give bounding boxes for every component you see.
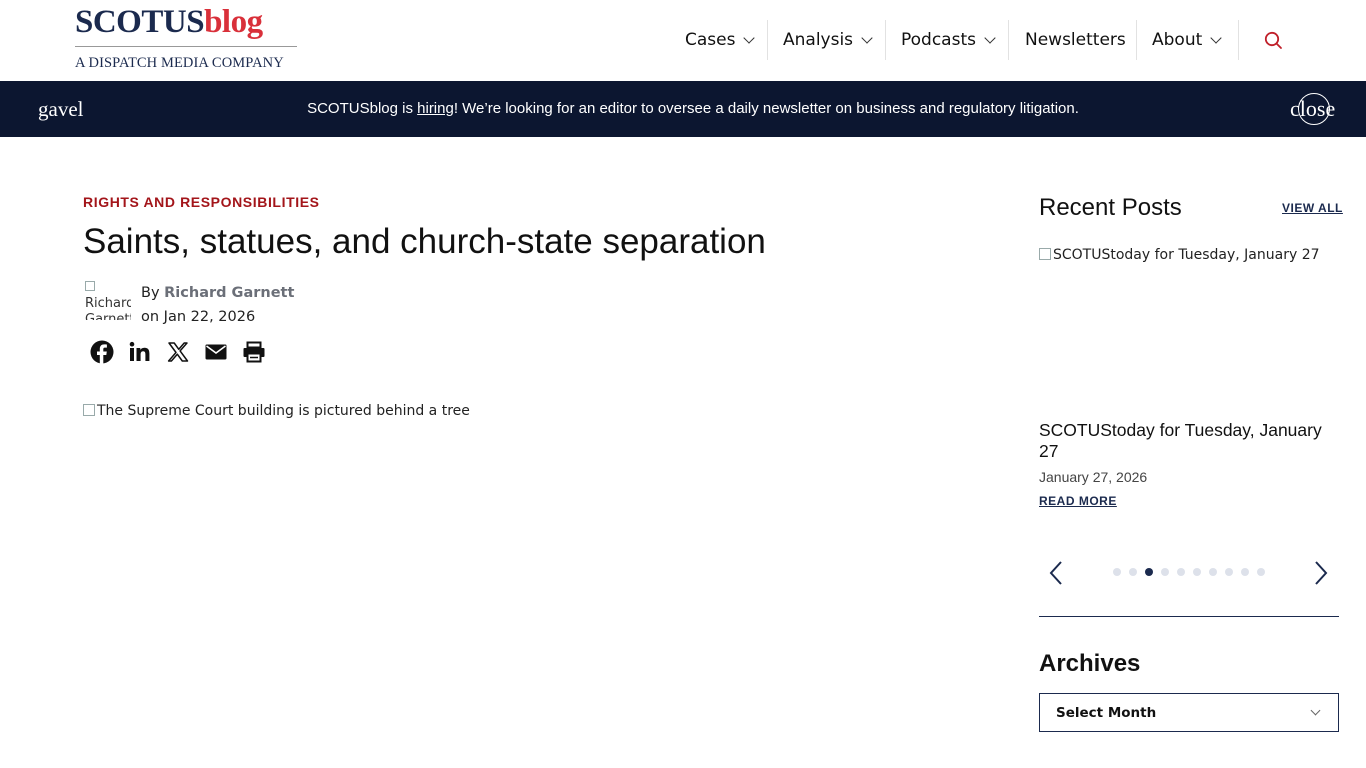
broken-image-icon: [83, 404, 95, 416]
search-icon: [1264, 31, 1282, 49]
carousel-dot[interactable]: [1113, 568, 1121, 576]
nav-item-label: Analysis: [783, 30, 854, 50]
sidebar-divider: [1039, 616, 1339, 617]
chevron-down-icon: [1210, 32, 1222, 44]
nav-item-label: Podcasts: [901, 30, 976, 50]
nav-item-cases[interactable]: Cases: [685, 20, 756, 60]
author-link[interactable]: Richard Garnett: [164, 285, 294, 301]
carousel-next-button[interactable]: [1311, 560, 1331, 586]
linkedin-icon: [129, 341, 150, 361]
chevron-left-icon: [1049, 561, 1062, 585]
facebook-icon: [90, 340, 114, 364]
author-avatar-alt: Richard Garnett: [85, 296, 131, 320]
banner-close-button[interactable]: close: [1290, 93, 1336, 125]
recent-post-title[interactable]: SCOTUStoday for Tuesday, January 27: [1039, 420, 1339, 462]
recent-post-date: January 27, 2026: [1039, 469, 1148, 485]
chevron-down-icon: [984, 32, 996, 44]
share-print-button[interactable]: [242, 340, 268, 366]
broken-image-icon: [85, 281, 95, 291]
share-linkedin-button[interactable]: [128, 340, 154, 366]
nav-item-podcasts[interactable]: Podcasts: [901, 20, 996, 60]
recent-post-image[interactable]: SCOTUStoday for Tuesday, January 27: [1039, 247, 1339, 407]
recent-posts-heading: Recent Posts: [1039, 194, 1182, 221]
carousel-dot[interactable]: [1145, 568, 1153, 576]
archives-heading: Archives: [1039, 650, 1141, 677]
nav-divider: [1238, 20, 1239, 60]
date-prefix: on: [141, 309, 164, 325]
read-more-link[interactable]: READ MORE: [1039, 494, 1117, 508]
byline-prefix: By: [141, 285, 165, 301]
recent-post-image-alt: SCOTUStoday for Tuesday, January 27: [1053, 247, 1320, 263]
nav-divider: [767, 20, 768, 60]
share-x-button[interactable]: [166, 340, 192, 366]
carousel-dot[interactable]: [1225, 568, 1233, 576]
site-header: SCOTUSblog A DISPATCH MEDIA COMPANY Case…: [0, 0, 1366, 81]
carousel-dot[interactable]: [1241, 568, 1249, 576]
nav-divider: [1136, 20, 1137, 60]
article-category-link[interactable]: RIGHTS AND RESPONSIBILITIES: [83, 194, 320, 210]
nav-item-analysis[interactable]: Analysis: [783, 20, 873, 60]
chevron-right-icon: [1315, 561, 1328, 585]
banner-text-before: SCOTUSblog is: [307, 100, 418, 117]
carousel-dot[interactable]: [1209, 568, 1217, 576]
nav-divider: [885, 20, 886, 60]
archives-select-value: Select Month: [1056, 705, 1157, 721]
article-title: Saints, statues, and church-state separa…: [83, 222, 766, 261]
featured-image: The Supreme Court building is pictured b…: [83, 403, 470, 419]
search-button[interactable]: [1261, 28, 1285, 52]
nav-divider: [1008, 20, 1009, 60]
main-nav: Cases Analysis Podcasts Newsletters Abou…: [0, 0, 1366, 81]
banner-hiring-link[interactable]: hiring: [417, 100, 454, 117]
chevron-down-icon: [861, 32, 873, 44]
x-icon: [167, 342, 189, 362]
nav-item-label: Newsletters: [1025, 30, 1126, 50]
carousel-dots: [1113, 568, 1273, 576]
nav-item-label: Cases: [685, 30, 736, 50]
carousel-dot[interactable]: [1193, 568, 1201, 576]
byline: By Richard Garnett on Jan 22, 2026: [141, 281, 294, 329]
email-icon: [205, 344, 227, 360]
carousel-prev-button[interactable]: [1046, 560, 1066, 586]
broken-image-icon: [1039, 248, 1051, 260]
nav-item-newsletters[interactable]: Newsletters: [1025, 20, 1126, 60]
share-email-button[interactable]: [204, 340, 230, 366]
carousel-dot[interactable]: [1129, 568, 1137, 576]
author-avatar: Richard Garnett: [85, 280, 131, 320]
close-icon: [1298, 93, 1330, 125]
carousel-dot[interactable]: [1161, 568, 1169, 576]
banner-message: SCOTUSblog is hiring! We’re looking for …: [0, 100, 1366, 117]
announcement-banner: gavel SCOTUSblog is hiring! We’re lookin…: [0, 81, 1366, 137]
chevron-down-icon: [743, 32, 756, 44]
featured-image-alt: The Supreme Court building is pictured b…: [97, 403, 470, 419]
archives-select[interactable]: Select Month: [1039, 693, 1339, 732]
print-icon: [243, 341, 265, 363]
nav-item-about[interactable]: About: [1152, 20, 1222, 60]
view-all-link[interactable]: VIEW ALL: [1282, 201, 1343, 215]
publish-date: Jan 22, 2026: [163, 309, 256, 325]
carousel-dot[interactable]: [1177, 568, 1185, 576]
banner-text-after: ! We’re looking for an editor to oversee…: [453, 100, 1079, 117]
chevron-down-icon: [1310, 705, 1321, 716]
nav-item-label: About: [1152, 30, 1203, 50]
carousel-dot[interactable]: [1257, 568, 1265, 576]
share-facebook-button[interactable]: [90, 340, 116, 366]
